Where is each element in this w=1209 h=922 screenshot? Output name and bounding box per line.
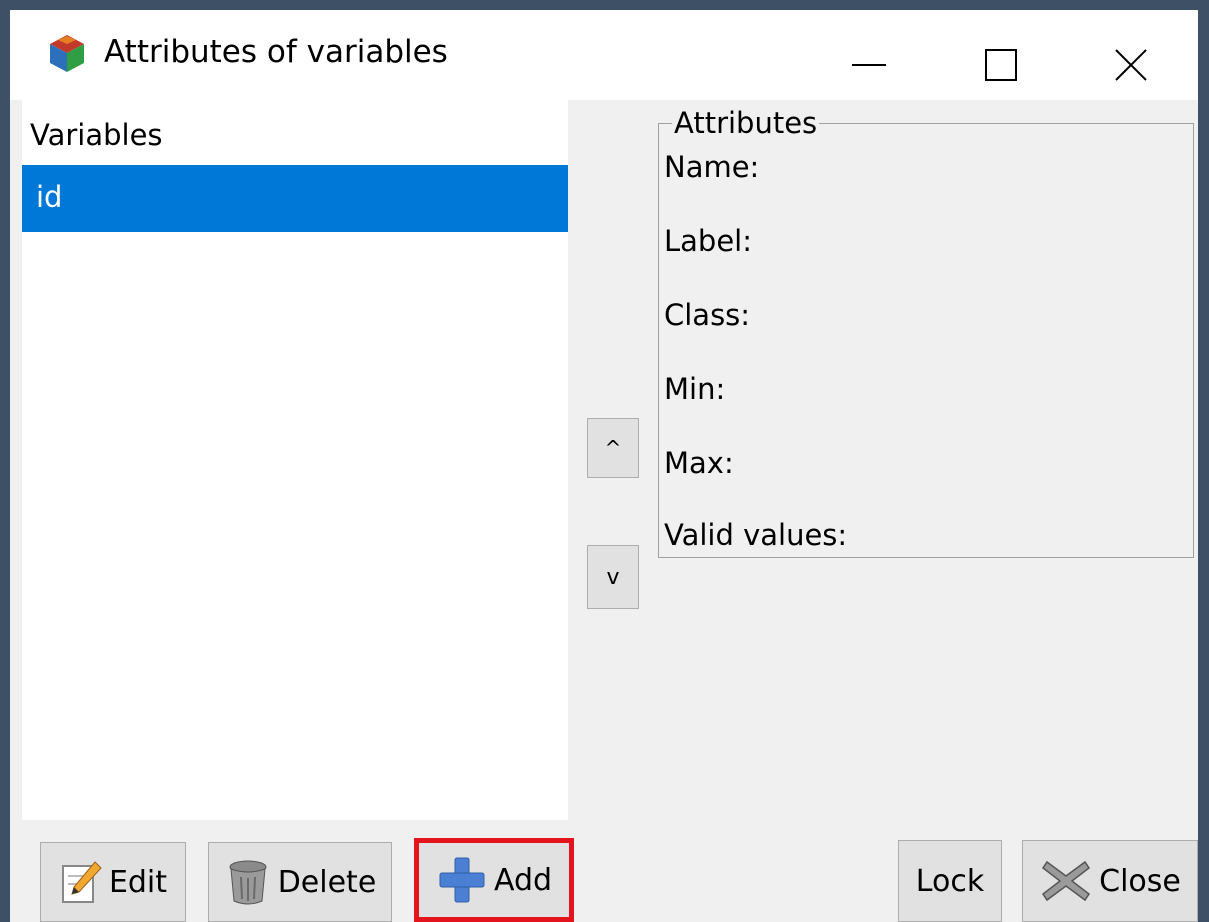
close-button[interactable]: Close [1022, 840, 1198, 922]
variables-header: Variables [30, 118, 163, 152]
pencil-icon [61, 861, 102, 903]
minimize-icon [852, 64, 886, 66]
class-label: Class: [664, 298, 751, 332]
variables-listbox[interactable]: Variables id [22, 100, 568, 820]
valid-values-label: Valid values: [664, 518, 848, 552]
max-label: Max: [664, 446, 734, 480]
x-mark-icon [1042, 860, 1091, 902]
dialog-window: Attributes of variables Variables id ^ v… [10, 10, 1198, 922]
lock-button-label: Lock [915, 863, 985, 899]
label-label: Label: [664, 224, 753, 258]
maximize-icon [985, 49, 1017, 81]
edit-button[interactable]: Edit [40, 842, 186, 922]
trash-can-icon [229, 860, 267, 905]
window-title: Attributes of variables [104, 34, 448, 70]
move-up-button[interactable]: ^ [587, 418, 639, 478]
maximize-button[interactable] [922, 10, 1062, 100]
edit-button-label: Edit [108, 864, 168, 900]
title-bar: Attributes of variables [10, 10, 1198, 100]
delete-button[interactable]: Delete [208, 842, 392, 922]
lock-button[interactable]: Lock [898, 840, 1002, 922]
attributes-legend: Attributes [672, 106, 820, 140]
plus-icon [439, 857, 485, 903]
tk-cube-icon [46, 32, 88, 74]
window-close-button[interactable] [1060, 10, 1198, 100]
move-down-button[interactable]: v [587, 545, 639, 609]
min-label: Min: [664, 372, 726, 406]
name-label: Name: [664, 150, 760, 184]
attributes-group [658, 123, 1194, 558]
close-button-label: Close [1099, 863, 1181, 899]
close-icon [1115, 49, 1147, 81]
minimize-button[interactable] [792, 10, 932, 100]
add-button[interactable]: Add [414, 838, 574, 922]
delete-button-label: Delete [277, 864, 377, 900]
list-item[interactable]: id [22, 165, 568, 232]
add-button-label: Add [493, 862, 553, 898]
